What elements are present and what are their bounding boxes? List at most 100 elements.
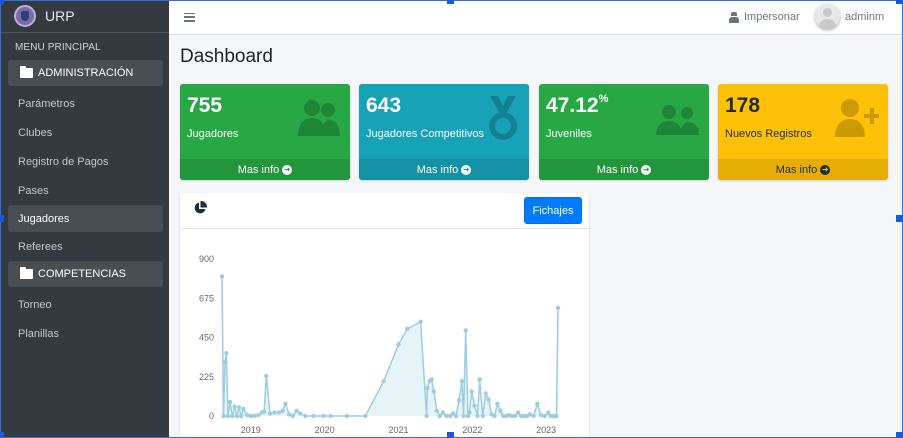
data-point <box>538 412 544 418</box>
sidebar-item-planillas[interactable]: Planillas <box>0 319 169 348</box>
username-label[interactable]: adminm <box>845 11 884 23</box>
more-info-link[interactable]: Mas info ➜ <box>359 159 529 180</box>
data-point <box>554 413 559 419</box>
data-point <box>272 410 277 415</box>
more-info-link[interactable]: Mas info ➜ <box>180 159 350 180</box>
data-point <box>486 397 491 402</box>
more-info-link[interactable]: Mas info ➜ <box>539 159 709 180</box>
brand-name: URP <box>45 8 75 24</box>
impersonate-link[interactable]: Impersonar <box>729 11 800 23</box>
data-point <box>469 389 474 394</box>
resize-handle-top-right[interactable] <box>896 0 903 4</box>
stat-label: Jugadores Competitivos <box>366 128 485 140</box>
resize-handle-bottom-right[interactable] <box>896 432 903 438</box>
data-point <box>298 411 303 416</box>
data-point <box>283 401 288 406</box>
data-point <box>239 413 244 419</box>
y-tick-label: 225 <box>199 372 214 382</box>
data-point <box>425 385 430 391</box>
y-tick-label: 900 <box>199 254 214 264</box>
data-point <box>480 413 485 419</box>
data-point <box>234 413 239 419</box>
arrow-circle-right-icon: ➜ <box>641 164 652 175</box>
data-point <box>418 319 423 324</box>
data-point <box>396 342 401 347</box>
fichajes-button[interactable]: Fichajes <box>524 197 582 224</box>
sidebar-item-referees[interactable]: Referees <box>0 232 169 261</box>
data-point <box>222 359 228 365</box>
more-info-link[interactable]: Mas info ➜ <box>718 159 888 180</box>
data-point <box>424 413 429 419</box>
nav-section-competencias[interactable]: COMPETENCIAS <box>8 261 163 287</box>
data-point <box>513 413 518 419</box>
x-tick-label: 2019 <box>241 425 261 435</box>
data-point <box>221 413 226 419</box>
sidebar-item-pases[interactable]: Pases <box>0 176 169 205</box>
data-point <box>381 378 386 384</box>
fichajes-chart: 0 225 450 675 900 2019 2020 2021 2022 2023 <box>199 254 561 435</box>
data-point <box>230 413 235 419</box>
data-point <box>429 377 434 382</box>
resize-handle-top[interactable] <box>447 0 454 4</box>
avatar[interactable] <box>815 4 840 29</box>
resize-handle-bottom-left[interactable] <box>0 432 4 438</box>
stat-value: 178 <box>725 94 761 117</box>
sidebar-item-jugadores[interactable]: Jugadores <box>8 205 163 232</box>
data-point <box>461 413 466 419</box>
resize-handle-right[interactable] <box>896 215 903 222</box>
folder-icon <box>20 267 33 279</box>
data-point <box>475 413 480 419</box>
resize-handle-left[interactable] <box>0 215 4 222</box>
data-point <box>463 328 468 333</box>
series-area <box>222 276 558 416</box>
data-point <box>280 408 285 413</box>
sidebar-item-torneo[interactable]: Torneo <box>0 290 169 319</box>
stat-value: 643 <box>366 94 402 117</box>
data-point <box>555 305 561 310</box>
arrow-circle-right-icon: ➜ <box>820 164 831 175</box>
data-point <box>344 413 349 419</box>
medal-icon <box>489 96 517 140</box>
data-point <box>256 412 261 418</box>
stat-label: Juveniles <box>546 128 592 140</box>
data-point <box>459 378 465 384</box>
data-point <box>224 351 229 356</box>
folder-icon <box>20 66 33 78</box>
data-point <box>437 413 442 419</box>
data-point <box>264 373 269 379</box>
data-point <box>472 403 477 408</box>
data-point <box>363 413 368 419</box>
sidebar-item-clubes[interactable]: Clubes <box>0 118 169 147</box>
data-point <box>456 398 462 403</box>
y-tick-label: 675 <box>199 293 214 303</box>
nav-section-administracion[interactable]: ADMINISTRACIÓN <box>8 60 163 86</box>
hamburger-menu-icon[interactable] <box>184 12 195 22</box>
sidebar-item-parametros[interactable]: Parámetros <box>0 89 169 118</box>
stat-value: 47.12% <box>546 93 609 117</box>
chart-card: Fichajes 0 225 450 675 900 2019 2020 2021 2022 20… <box>180 193 589 438</box>
top-navbar: Impersonar adminm <box>169 0 903 35</box>
brand-link[interactable]: URP <box>0 0 169 33</box>
data-point <box>542 413 547 419</box>
resize-handle-bottom[interactable] <box>447 432 454 438</box>
data-point <box>535 401 540 406</box>
y-tick-label: 0 <box>209 411 214 421</box>
data-point <box>241 406 246 412</box>
data-point <box>290 413 296 419</box>
data-point <box>267 411 273 416</box>
page-title: Dashboard <box>180 46 273 67</box>
stat-label: Jugadores <box>187 128 239 140</box>
data-point <box>244 412 250 418</box>
data-point <box>219 274 225 279</box>
x-tick-label: 2023 <box>536 425 556 435</box>
menu-header: MENU PRINCIPAL <box>15 42 101 53</box>
resize-handle-top-left[interactable] <box>0 0 4 4</box>
x-tick-label: 2021 <box>388 425 408 435</box>
data-point <box>431 389 437 394</box>
users-icon <box>298 100 340 136</box>
data-point <box>225 413 231 419</box>
data-point <box>440 410 445 415</box>
data-point <box>477 377 482 382</box>
sidebar-item-registro-de-pagos[interactable]: Registro de Pagos <box>0 147 169 176</box>
data-point <box>492 413 497 419</box>
